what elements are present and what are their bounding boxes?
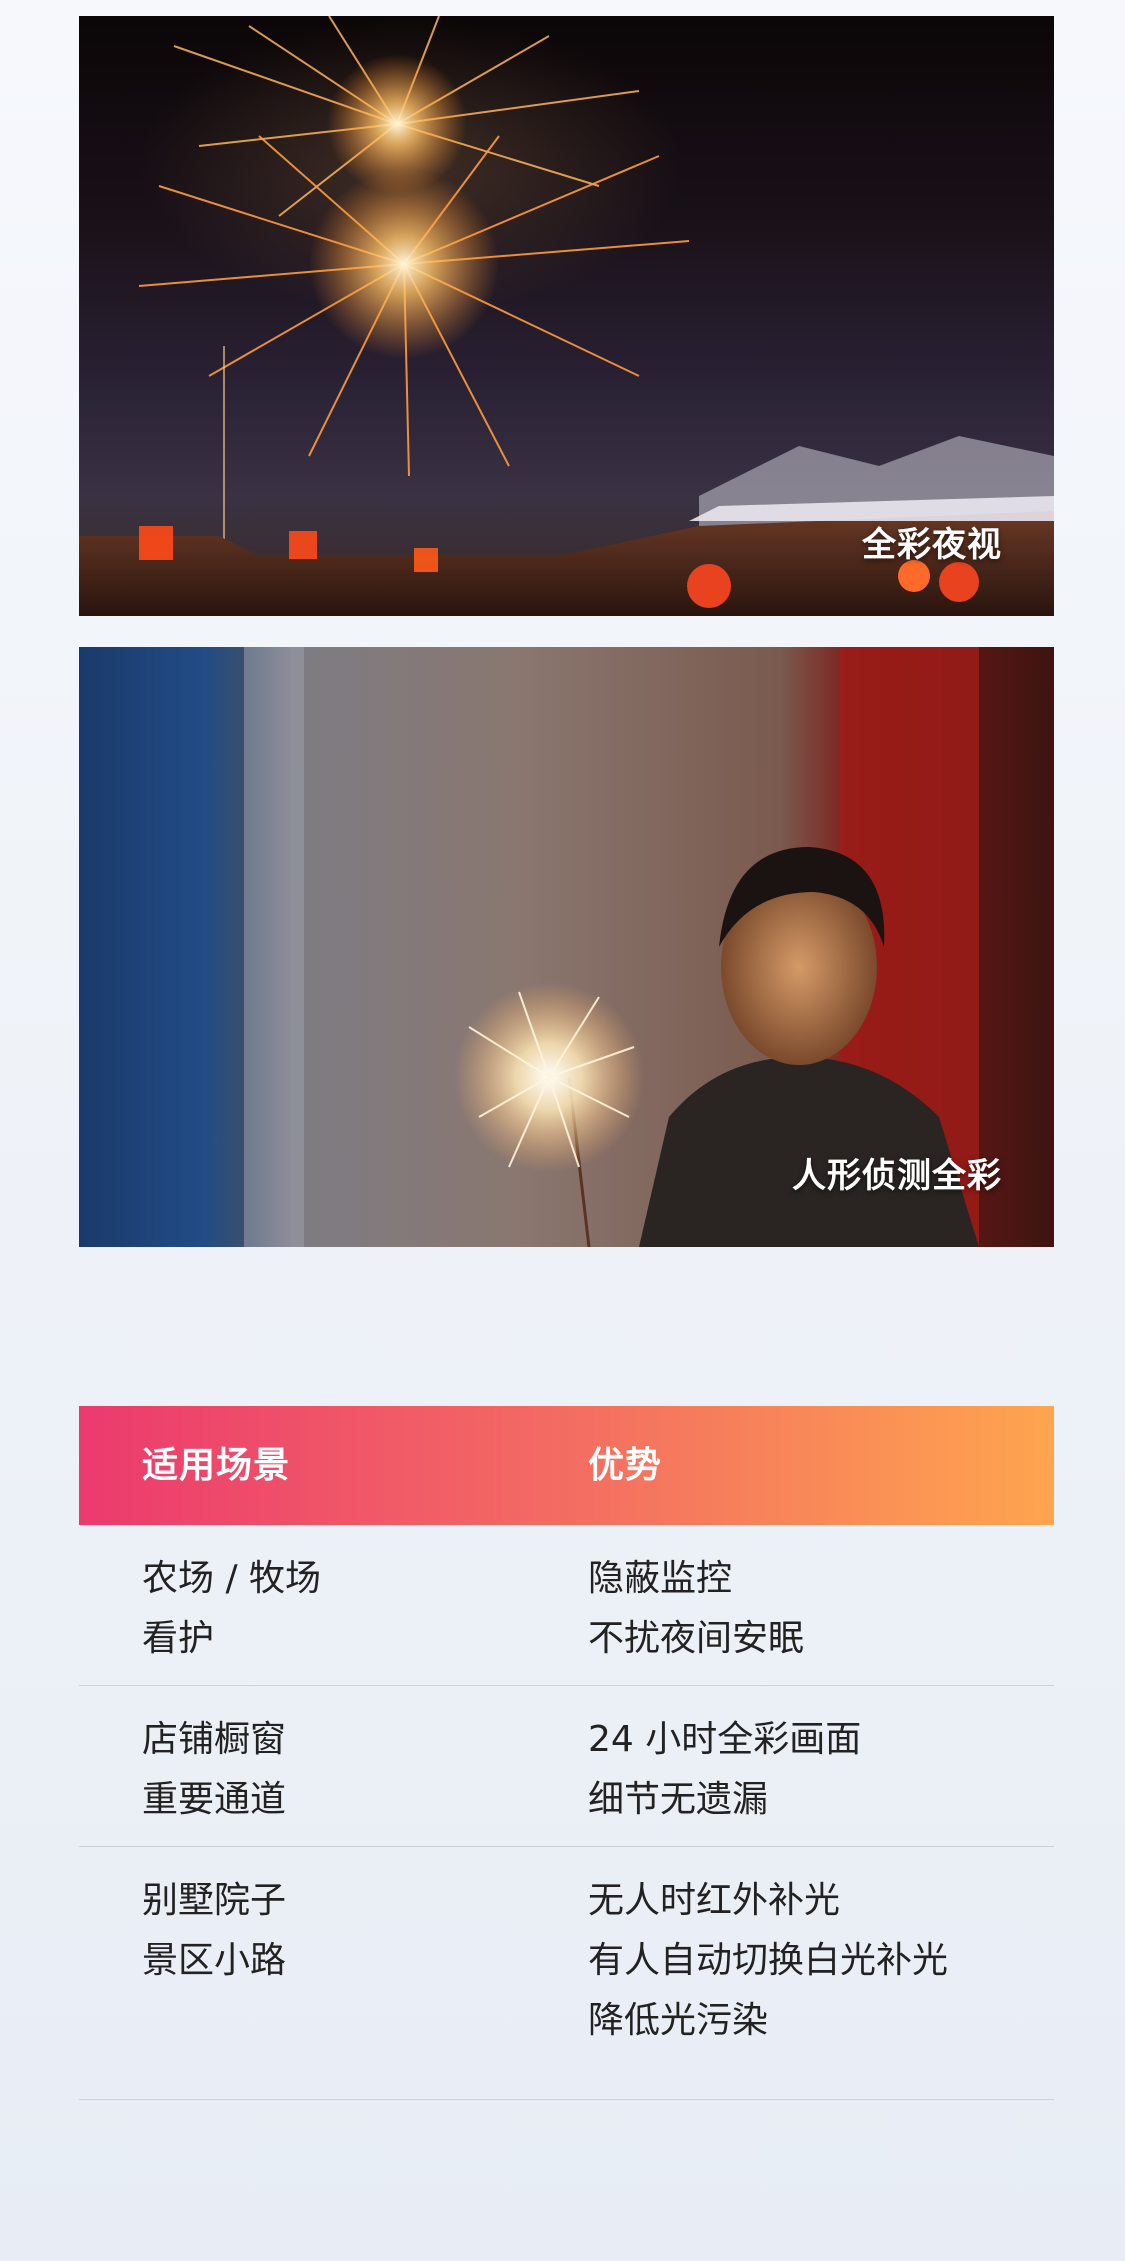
scenario-line: 重要通道 xyxy=(142,1779,287,1820)
table-row: 店铺橱窗 重要通道 24 小时全彩画面 细节无遗漏 xyxy=(79,1686,1054,1847)
advantage-line: 有人自动切换白光补光 xyxy=(588,1940,949,1981)
night-vision-photo: 全彩夜视 xyxy=(79,16,1054,616)
scenario-cell: 别墅院子 景区小路 xyxy=(142,1871,286,1991)
scenario-cell: 店铺橱窗 重要通道 xyxy=(142,1710,286,1830)
advantage-cell: 无人时红外补光 有人自动切换白光补光 降低光污染 xyxy=(588,1871,948,2051)
advantage-cell: 隐蔽监控 不扰夜间安眠 xyxy=(588,1549,804,1669)
table-row: 别墅院子 景区小路 无人时红外补光 有人自动切换白光补光 降低光污染 xyxy=(79,1847,1054,2100)
human-detection-caption: 人形侦测全彩 xyxy=(792,1156,1002,1196)
scenario-line: 看护 xyxy=(142,1618,215,1659)
advantage-line: 细节无遗漏 xyxy=(588,1779,769,1820)
scenario-line: 农场 / 牧场 xyxy=(142,1558,322,1599)
page: 全彩夜视 人形侦测全彩 适用场景 优势 农场 / 牧场 看护 隐蔽监控 不扰夜间… xyxy=(0,0,1125,2261)
advantage-line: 不扰夜间安眠 xyxy=(588,1618,805,1659)
header-advantage: 优势 xyxy=(588,1445,663,1486)
header-scenario: 适用场景 xyxy=(142,1445,291,1486)
scenario-line: 别墅院子 xyxy=(142,1880,287,1921)
advantage-line: 降低光污染 xyxy=(588,2000,769,2041)
advantage-line: 无人时红外补光 xyxy=(588,1880,841,1921)
advantage-cell: 24 小时全彩画面 细节无遗漏 xyxy=(588,1710,861,1830)
night-vision-caption: 全彩夜视 xyxy=(862,525,1002,565)
advantage-line: 24 小时全彩画面 xyxy=(588,1719,862,1760)
table-header: 适用场景 优势 xyxy=(79,1406,1054,1525)
scenario-cell: 农场 / 牧场 看护 xyxy=(142,1549,321,1669)
human-detection-photo: 人形侦测全彩 xyxy=(79,647,1054,1247)
scenario-advantage-table: 适用场景 优势 农场 / 牧场 看护 隐蔽监控 不扰夜间安眠 店铺橱窗 重要通道… xyxy=(79,1406,1054,2100)
scenario-line: 店铺橱窗 xyxy=(142,1719,287,1760)
advantage-line: 隐蔽监控 xyxy=(588,1558,733,1599)
scenario-line: 景区小路 xyxy=(142,1940,287,1981)
table-row: 农场 / 牧场 看护 隐蔽监控 不扰夜间安眠 xyxy=(79,1525,1054,1686)
